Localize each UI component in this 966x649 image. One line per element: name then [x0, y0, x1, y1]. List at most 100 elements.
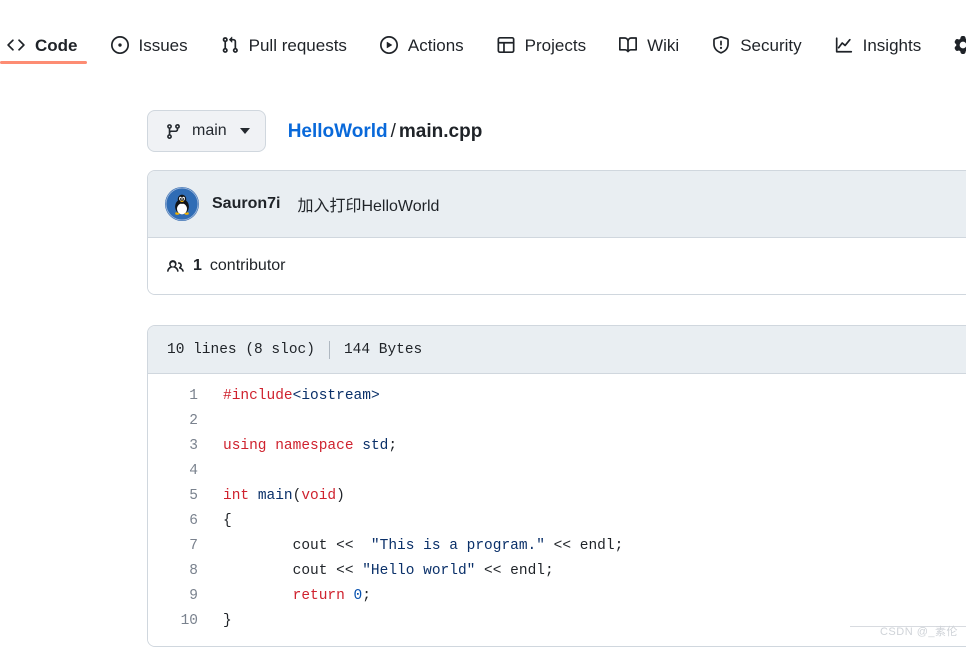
code-token: namespace: [275, 438, 354, 454]
line-content: [206, 409, 966, 434]
active-tab-indicator: [0, 61, 87, 64]
line-number: 8: [189, 563, 198, 579]
code-line: 9 return 0;: [148, 584, 966, 609]
code-token: int: [223, 488, 250, 504]
nav-label-pull-requests: Pull requests: [248, 35, 347, 55]
code-token: #include: [223, 388, 293, 404]
line-content: #include<iostream>: [206, 384, 966, 409]
commit-header-row: Sauron7i 加入打印HelloWorld: [148, 171, 966, 238]
branch-selector-button[interactable]: main: [147, 110, 266, 152]
line-number: 6: [189, 513, 198, 529]
line-number: 7: [189, 538, 198, 554]
nav-label-projects: Projects: [524, 35, 587, 55]
graph-icon: [834, 35, 854, 55]
code-line: 5 int main(void): [148, 484, 966, 509]
line-content: cout << "Hello world" << endl;: [206, 559, 966, 584]
breadcrumb: HelloWorld / main.cpp: [288, 122, 483, 141]
line-number: 2: [189, 413, 198, 429]
line-number: 1: [189, 388, 198, 404]
line-content: return 0;: [206, 584, 966, 609]
line-content: using namespace std;: [206, 434, 966, 459]
nav-label-insights: Insights: [862, 35, 922, 55]
code-token: << endl;: [475, 563, 554, 579]
file-line-count: 10 lines (8 sloc): [167, 341, 315, 358]
nav-item-security[interactable]: Security: [711, 28, 817, 62]
code-token: << endl;: [544, 538, 624, 554]
code-token: "This is a program.": [362, 538, 545, 554]
file-content-box: 10 lines (8 sloc) 144 Bytes 1 #include<io…: [147, 325, 966, 647]
code-token: ;: [362, 588, 371, 604]
play-icon: [379, 35, 399, 55]
line-number: 10: [180, 613, 198, 629]
shield-icon: [711, 35, 731, 55]
gear-icon: [953, 35, 966, 55]
commit-message[interactable]: 加入打印HelloWorld: [297, 192, 439, 216]
code-token: void: [301, 488, 337, 504]
github-file-view: Code Issues Pull requests Actions Projec: [0, 0, 966, 649]
commit-author[interactable]: Sauron7i: [212, 195, 280, 213]
book-icon: [618, 35, 638, 55]
code-token: std: [362, 438, 389, 454]
code-line: 1 #include<iostream>: [148, 384, 966, 409]
breadcrumb-filename: main.cpp: [398, 120, 483, 142]
nav-item-issues[interactable]: Issues: [110, 28, 204, 62]
git-pull-request-icon: [220, 35, 240, 55]
code-line: 4: [148, 459, 966, 484]
line-content: [206, 459, 966, 484]
breadcrumb-separator: /: [390, 120, 396, 142]
repo-nav: Code Issues Pull requests Actions Projec: [0, 26, 966, 64]
branch-breadcrumb-row: main HelloWorld / main.cpp: [147, 110, 482, 152]
code-token: {: [223, 513, 232, 529]
code-line: 6{: [148, 509, 966, 534]
line-content: }: [206, 609, 966, 634]
nav-label-wiki: Wiki: [647, 35, 680, 55]
line-number: 4: [189, 463, 198, 479]
line-content: int main(void): [206, 484, 966, 509]
line-content: cout << "This is a program." << endl;: [206, 534, 966, 559]
nav-label-code: Code: [35, 35, 78, 55]
git-branch-icon: [163, 121, 183, 141]
nav-label-security: Security: [740, 35, 802, 55]
nav-item-projects[interactable]: Projects: [496, 28, 602, 62]
contributor-label: contributor: [209, 257, 286, 274]
code-token: }: [223, 613, 232, 629]
tux-avatar[interactable]: [165, 187, 199, 221]
code-line: 2: [148, 409, 966, 434]
code-block[interactable]: 1 #include<iostream> 2 3 using namespace std…: [148, 374, 966, 646]
line-number: 5: [189, 488, 198, 504]
code-token: return: [292, 588, 345, 604]
people-icon: [165, 256, 185, 276]
nav-label-issues: Issues: [138, 35, 188, 55]
nav-item-settings[interactable]: [953, 28, 966, 62]
nav-item-code[interactable]: Code: [0, 28, 94, 62]
code-token: 0: [353, 588, 363, 604]
code-token: "Hello world": [362, 563, 476, 579]
nav-item-insights[interactable]: Insights: [834, 28, 938, 62]
line-number: 9: [189, 588, 198, 604]
line-number: 3: [189, 438, 198, 454]
file-meta-bar: 10 lines (8 sloc) 144 Bytes: [148, 326, 966, 374]
chevron-down-icon: [239, 128, 250, 134]
code-icon: [6, 35, 26, 55]
branch-name-label: main: [192, 122, 227, 139]
nav-item-pull-requests[interactable]: Pull requests: [220, 28, 363, 62]
code-line: 8 cout << "Hello world" << endl;: [148, 559, 966, 584]
line-content: {: [206, 509, 966, 534]
code-token: cout <<: [223, 538, 363, 554]
contributors-row[interactable]: 1 contributor: [148, 238, 966, 294]
nav-item-actions[interactable]: Actions: [379, 28, 480, 62]
code-line: 3 using namespace std;: [148, 434, 966, 459]
breadcrumb-repo-link[interactable]: HelloWorld: [288, 121, 388, 142]
code-token: cout <<: [223, 563, 363, 579]
issue-opened-icon: [110, 35, 130, 55]
nav-label-actions: Actions: [407, 35, 464, 55]
file-byte-size: 144 Bytes: [343, 341, 423, 358]
code-token: ): [336, 488, 345, 504]
code-token: <iostream>: [292, 388, 380, 404]
nav-item-wiki[interactable]: Wiki: [618, 28, 695, 62]
